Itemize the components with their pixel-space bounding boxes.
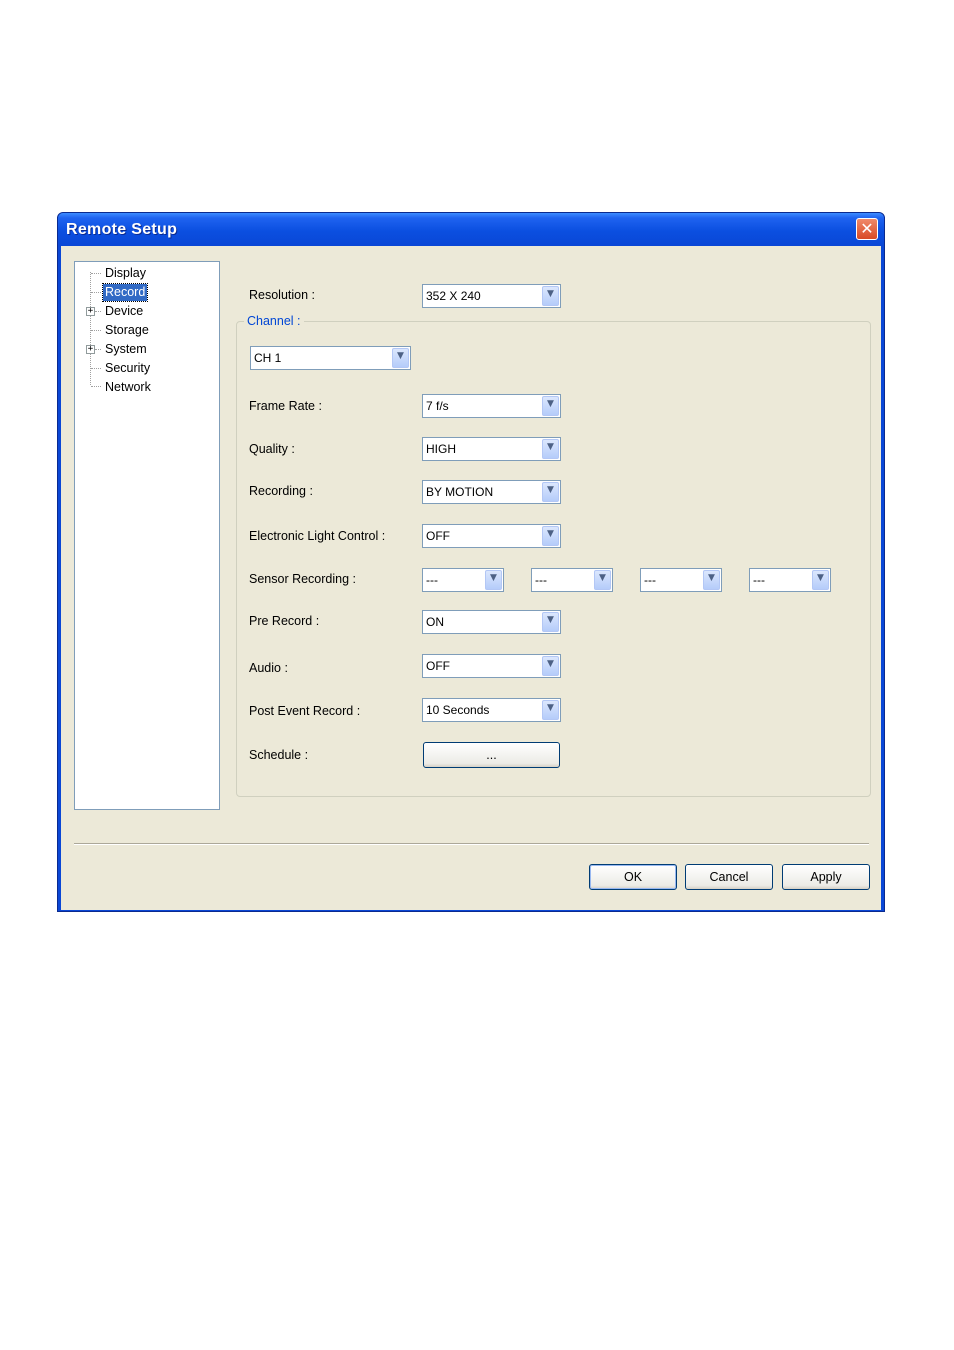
channel-select[interactable]: CH 1 ▼ [250, 346, 411, 370]
recording-select[interactable]: BY MOTION ▼ [422, 480, 561, 504]
tree-connector [91, 292, 101, 293]
tree-item-display[interactable]: Display [103, 265, 148, 282]
chevron-down-icon: ▼ [547, 703, 554, 713]
recording-value: BY MOTION [426, 485, 494, 499]
recording-label: Recording : [249, 484, 313, 498]
resolution-label: Resolution : [249, 288, 316, 302]
electronic-light-control-label: Electronic Light Control : [249, 529, 386, 543]
settings-tree: + + Display Record Device Storage System… [74, 261, 220, 810]
frame-rate-value: 7 f/s [426, 399, 449, 413]
tree-item-record[interactable]: Record [101, 283, 149, 302]
chevron-down-icon: ▼ [547, 399, 554, 409]
plus-box-icon[interactable]: + [86, 345, 95, 354]
chevron-down-icon: ▼ [547, 529, 554, 539]
chevron-down-icon: ▼ [490, 573, 497, 583]
dropdown-button[interactable]: ▼ [703, 570, 720, 590]
chevron-down-icon: ▼ [547, 659, 554, 669]
channel-value: CH 1 [254, 351, 282, 365]
dropdown-button[interactable]: ▼ [485, 570, 502, 590]
dropdown-button[interactable]: ▼ [542, 526, 559, 546]
sensor-recording-value: --- [753, 573, 765, 587]
dropdown-button[interactable]: ▼ [542, 286, 559, 306]
dropdown-button[interactable]: ▼ [542, 612, 559, 632]
tree-connector [95, 349, 101, 350]
audio-select[interactable]: OFF ▼ [422, 654, 561, 678]
pre-record-label: Pre Record : [249, 614, 320, 628]
dropdown-button[interactable]: ▼ [542, 656, 559, 676]
quality-select[interactable]: HIGH ▼ [422, 437, 561, 461]
chevron-down-icon: ▼ [397, 351, 404, 361]
chevron-down-icon: ▼ [547, 289, 554, 299]
tree-connector [95, 311, 101, 312]
electronic-light-control-select[interactable]: OFF ▼ [422, 524, 561, 548]
quality-value: HIGH [426, 442, 456, 456]
schedule-button[interactable]: ... [423, 742, 560, 768]
sensor-recording-select-2[interactable]: --- ▼ [531, 568, 613, 592]
tree-item-system[interactable]: System [103, 341, 149, 358]
dropdown-button[interactable]: ▼ [542, 700, 559, 720]
post-event-record-value: 10 Seconds [426, 703, 490, 717]
chevron-down-icon: ▼ [547, 615, 554, 625]
chevron-down-icon: ▼ [817, 573, 824, 583]
tree-connector [91, 386, 101, 387]
chevron-down-icon: ▼ [547, 485, 554, 495]
schedule-label: Schedule : [249, 748, 309, 762]
close-button[interactable]: ✕ [856, 218, 878, 240]
post-event-record-select[interactable]: 10 Seconds ▼ [422, 698, 561, 722]
tree-item-network[interactable]: Network [103, 379, 153, 396]
apply-button[interactable]: Apply [782, 864, 870, 890]
plus-box-icon[interactable]: + [86, 307, 95, 316]
quality-label: Quality : [249, 442, 295, 456]
tree-item-security[interactable]: Security [103, 360, 152, 377]
channel-group-title: Channel : [244, 314, 304, 328]
tree-connector [91, 273, 101, 274]
remote-setup-window: Remote Setup ✕ + + Display Record Device… [57, 212, 885, 912]
tree-connector [91, 330, 101, 331]
channel-group [236, 321, 871, 797]
dropdown-button[interactable]: ▼ [392, 348, 409, 368]
chevron-down-icon: ▼ [708, 573, 715, 583]
chevron-down-icon: ▼ [547, 442, 554, 452]
cancel-button[interactable]: Cancel [685, 864, 773, 890]
ok-button[interactable]: OK [589, 864, 677, 890]
frame-rate-select[interactable]: 7 f/s ▼ [422, 394, 561, 418]
frame-rate-label: Frame Rate : [249, 399, 322, 413]
tree-item-device[interactable]: Device [103, 303, 145, 320]
tree-item-storage[interactable]: Storage [103, 322, 151, 339]
separator [74, 843, 869, 845]
dropdown-button[interactable]: ▼ [812, 570, 829, 590]
sensor-recording-select-1[interactable]: --- ▼ [422, 568, 504, 592]
window-title: Remote Setup [66, 221, 178, 238]
resolution-select[interactable]: 352 X 240 ▼ [422, 284, 561, 308]
chevron-down-icon: ▼ [599, 573, 606, 583]
dialog-client-area: + + Display Record Device Storage System… [61, 246, 881, 910]
sensor-recording-select-3[interactable]: --- ▼ [640, 568, 722, 592]
dropdown-button[interactable]: ▼ [542, 482, 559, 502]
sensor-recording-select-4[interactable]: --- ▼ [749, 568, 831, 592]
close-icon: ✕ [860, 219, 874, 238]
tree-connector [91, 368, 101, 369]
post-event-record-label: Post Event Record : [249, 704, 361, 718]
pre-record-select[interactable]: ON ▼ [422, 610, 561, 634]
electronic-light-control-value: OFF [426, 529, 450, 543]
resolution-value: 352 X 240 [426, 289, 481, 303]
sensor-recording-value: --- [426, 573, 438, 587]
pre-record-value: ON [426, 615, 444, 629]
audio-value: OFF [426, 659, 450, 673]
dropdown-button[interactable]: ▼ [542, 439, 559, 459]
title-bar[interactable]: Remote Setup ✕ [58, 213, 884, 246]
sensor-recording-label: Sensor Recording : [249, 572, 357, 586]
audio-label: Audio : [249, 661, 288, 675]
sensor-recording-value: --- [644, 573, 656, 587]
sensor-recording-value: --- [535, 573, 547, 587]
dropdown-button[interactable]: ▼ [542, 396, 559, 416]
dropdown-button[interactable]: ▼ [594, 570, 611, 590]
